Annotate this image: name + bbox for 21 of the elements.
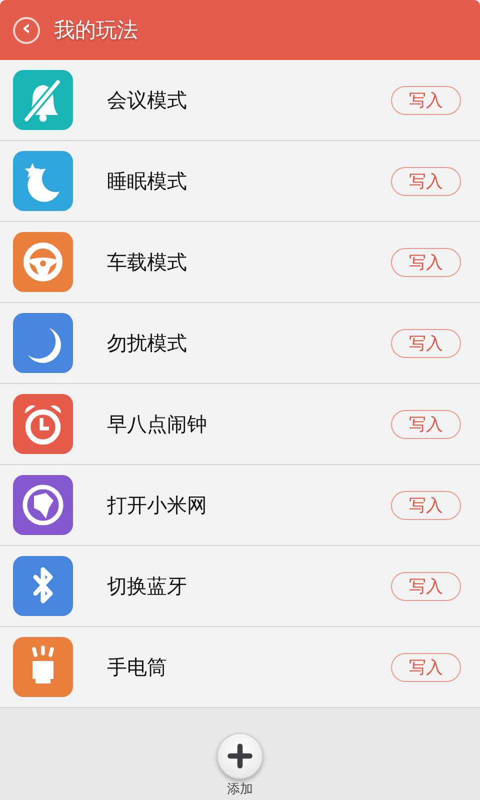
write-button[interactable]: 写入	[391, 86, 461, 114]
mode-name: 打开小米网	[107, 492, 208, 518]
write-button[interactable]: 写入	[391, 328, 461, 358]
write-button[interactable]: 写入	[391, 490, 461, 520]
write-button[interactable]: 写入	[391, 166, 461, 196]
mode-name: 早八点闹钟	[107, 410, 208, 438]
plus-icon	[225, 741, 255, 771]
write-button[interactable]: 写入	[391, 572, 461, 600]
mode-name: 手电筒	[107, 654, 168, 680]
mode-name: 勿扰模式	[107, 330, 188, 356]
write-button[interactable]: 写入	[391, 410, 461, 438]
add-label: 添加	[227, 781, 253, 798]
page-title: 我的玩法	[54, 17, 138, 44]
write-button[interactable]: 写入	[391, 248, 461, 276]
mode-name: 会议模式	[107, 86, 188, 114]
mode-name: 车载模式	[107, 248, 188, 276]
mode-name: 切换蓝牙	[107, 572, 188, 600]
back-button[interactable]: ‹	[13, 16, 40, 44]
write-button[interactable]: 写入	[391, 652, 461, 682]
add-button[interactable]	[217, 733, 263, 779]
mode-name: 睡眠模式	[107, 168, 188, 194]
